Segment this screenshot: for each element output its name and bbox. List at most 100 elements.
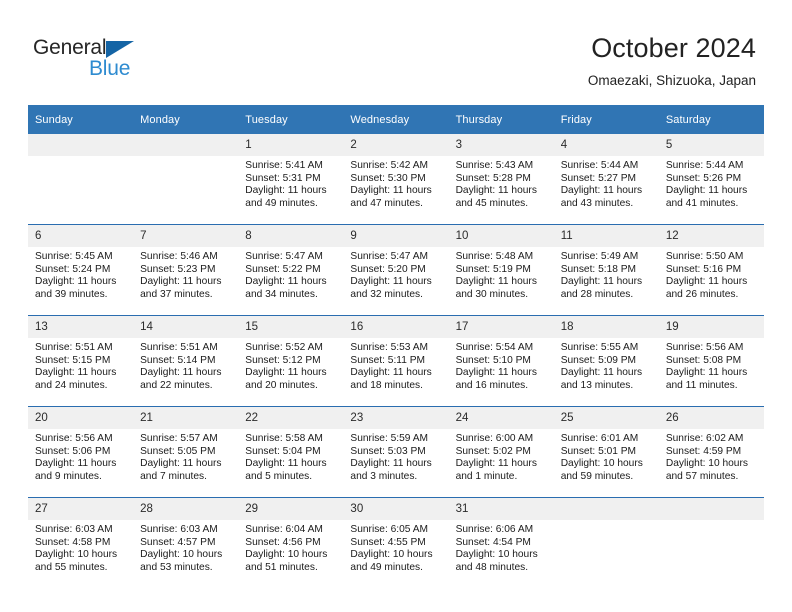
day-number: 9: [343, 225, 449, 247]
day-info: Sunrise: 6:05 AM Sunset: 4:55 PM Daylight:…: [343, 520, 448, 574]
day-info: Sunrise: 5:48 AM Sunset: 5:19 PM Daylight:…: [449, 247, 554, 301]
day-number: 10: [448, 225, 554, 247]
sunrise-text: Sunrise: 6:05 AM: [350, 524, 429, 535]
day-number: 20: [28, 407, 134, 429]
day-number: 27: [28, 498, 134, 520]
calendar-day-cell[interactable]: 27 Sunrise: 6:03 AM Sunset: 4:58 PM Dayligh…: [28, 497, 134, 588]
daylight-text: Daylight: 11 hours and 26 minutes.: [665, 276, 748, 300]
sunrise-text: Sunrise: 6:03 AM: [35, 524, 113, 535]
day-info: Sunrise: 6:03 AM Sunset: 4:58 PM Daylight:…: [28, 520, 133, 574]
calendar-day-cell[interactable]: 24 Sunrise: 6:00 AM Sunset: 5:02 PM Dayligh…: [448, 406, 554, 498]
day-info: Sunrise: 5:45 AM Sunset: 5:24 PM Daylight:…: [28, 247, 133, 301]
day-info: Sunrise: 5:41 AM Sunset: 5:31 PM Daylight:…: [238, 156, 343, 210]
sunset-text: Sunset: 5:12 PM: [245, 354, 321, 366]
calendar-day-cell[interactable]: 29 Sunrise: 6:04 AM Sunset: 4:56 PM Dayligh…: [238, 497, 344, 588]
day-number: 12: [658, 225, 764, 247]
daylight-text: Daylight: 11 hours and 7 minutes.: [140, 458, 222, 482]
daylight-text: Daylight: 11 hours and 39 minutes.: [35, 276, 117, 300]
day-number: 26: [658, 407, 764, 429]
calendar-day-cell[interactable]: 17 Sunrise: 5:54 AM Sunset: 5:10 PM Dayligh…: [448, 315, 554, 407]
calendar-day-cell[interactable]: 23 Sunrise: 5:59 AM Sunset: 5:03 PM Dayligh…: [343, 406, 449, 498]
sunset-text: Sunset: 5:14 PM: [140, 354, 216, 366]
sunrise-text: Sunrise: 5:56 AM: [35, 433, 113, 444]
day-number: 11: [553, 225, 659, 247]
calendar-day-cell[interactable]: 22 Sunrise: 5:58 AM Sunset: 5:04 PM Dayligh…: [238, 406, 344, 498]
calendar-day-cell[interactable]: 11 Sunrise: 5:49 AM Sunset: 5:18 PM Dayligh…: [553, 224, 659, 316]
day-info: Sunrise: 5:42 AM Sunset: 5:30 PM Daylight:…: [343, 156, 448, 210]
calendar-day-cell[interactable]: 16 Sunrise: 5:53 AM Sunset: 5:11 PM Dayligh…: [343, 315, 449, 407]
sunset-text: Sunset: 5:02 PM: [455, 445, 531, 457]
sunrise-text: Sunrise: 6:01 AM: [560, 433, 639, 444]
general-blue-logo[interactable]: General Blue: [33, 36, 233, 88]
sunrise-text: Sunrise: 5:46 AM: [140, 251, 218, 262]
weekday-header-monday: Monday: [133, 105, 239, 134]
day-number: 17: [448, 316, 554, 338]
calendar-day-cell[interactable]: 2 Sunrise: 5:42 AM Sunset: 5:30 PM Daylight…: [343, 134, 449, 225]
day-number: [658, 498, 764, 520]
daylight-text: Daylight: 11 hours and 11 minutes.: [665, 367, 748, 391]
calendar-day-cell[interactable]: 18 Sunrise: 5:55 AM Sunset: 5:09 PM Dayligh…: [553, 315, 659, 407]
sunset-text: Sunset: 4:58 PM: [35, 536, 111, 548]
daylight-text: Daylight: 11 hours and 16 minutes.: [455, 367, 537, 391]
sunset-text: Sunset: 5:11 PM: [350, 354, 425, 366]
calendar-day-cell[interactable]: 14 Sunrise: 5:51 AM Sunset: 5:14 PM Dayligh…: [133, 315, 239, 407]
day-info: Sunrise: 5:44 AM Sunset: 5:27 PM Daylight:…: [554, 156, 659, 210]
sunset-text: Sunset: 5:06 PM: [35, 445, 111, 457]
day-info: Sunrise: 5:56 AM Sunset: 5:06 PM Daylight:…: [28, 429, 133, 483]
calendar-day-cell[interactable]: 28 Sunrise: 6:03 AM Sunset: 4:57 PM Dayligh…: [133, 497, 239, 588]
calendar-day-cell[interactable]: 10 Sunrise: 5:48 AM Sunset: 5:19 PM Dayligh…: [448, 224, 554, 316]
daylight-text: Daylight: 11 hours and 20 minutes.: [245, 367, 327, 391]
sunrise-text: Sunrise: 5:44 AM: [665, 160, 744, 171]
day-info: Sunrise: 5:54 AM Sunset: 5:10 PM Daylight:…: [449, 338, 554, 392]
calendar-day-cell[interactable]: 6 Sunrise: 5:45 AM Sunset: 5:24 PM Daylight…: [28, 224, 134, 316]
daylight-text: Daylight: 11 hours and 37 minutes.: [140, 276, 222, 300]
logo-text-blue: Blue: [89, 57, 131, 80]
calendar-day-cell[interactable]: 4 Sunrise: 5:44 AM Sunset: 5:27 PM Daylight…: [553, 134, 659, 225]
day-info: Sunrise: 5:44 AM Sunset: 5:26 PM Daylight:…: [659, 156, 764, 210]
calendar-day-cell[interactable]: 19 Sunrise: 5:56 AM Sunset: 5:08 PM Dayligh…: [658, 315, 764, 407]
weekday-header-wednesday: Wednesday: [343, 105, 449, 134]
weekday-header-sunday: Sunday: [28, 105, 134, 134]
calendar-day-cell[interactable]: 20 Sunrise: 5:56 AM Sunset: 5:06 PM Dayligh…: [28, 406, 134, 498]
logo-triangle-icon: [106, 41, 134, 58]
sunset-text: Sunset: 5:20 PM: [350, 263, 426, 275]
daylight-text: Daylight: 11 hours and 30 minutes.: [455, 276, 537, 300]
sunrise-text: Sunrise: 6:04 AM: [245, 524, 323, 535]
day-number: [553, 498, 659, 520]
calendar-day-cell[interactable]: 3 Sunrise: 5:43 AM Sunset: 5:28 PM Daylight…: [448, 134, 554, 225]
day-number: 24: [448, 407, 554, 429]
day-number: 13: [28, 316, 134, 338]
calendar-day-cell[interactable]: 8 Sunrise: 5:47 AM Sunset: 5:22 PM Daylight…: [238, 224, 344, 316]
daylight-text: Daylight: 10 hours and 51 minutes.: [245, 549, 328, 573]
daylight-text: Daylight: 11 hours and 5 minutes.: [245, 458, 327, 482]
sunrise-text: Sunrise: 5:45 AM: [35, 251, 113, 262]
day-info: Sunrise: 5:59 AM Sunset: 5:03 PM Daylight:…: [343, 429, 448, 483]
calendar-day-cell[interactable]: 25 Sunrise: 6:01 AM Sunset: 5:01 PM Dayligh…: [553, 406, 659, 498]
calendar-body: 1 Sunrise: 5:41 AM Sunset: 5:31 PM Daylight…: [28, 134, 764, 588]
sunrise-text: Sunrise: 5:48 AM: [455, 251, 534, 262]
calendar-day-cell-empty: [28, 134, 134, 225]
calendar-day-cell[interactable]: 1 Sunrise: 5:41 AM Sunset: 5:31 PM Daylight…: [238, 134, 344, 225]
sunset-text: Sunset: 5:09 PM: [560, 354, 637, 366]
calendar-day-cell[interactable]: 26 Sunrise: 6:02 AM Sunset: 4:59 PM Dayligh…: [658, 406, 764, 498]
calendar-day-cell[interactable]: 30 Sunrise: 6:05 AM Sunset: 4:55 PM Dayligh…: [343, 497, 449, 588]
calendar-week-row: 20 Sunrise: 5:56 AM Sunset: 5:06 PM Dayligh…: [28, 406, 764, 498]
calendar-day-cell-empty: [133, 134, 239, 225]
calendar-day-cell[interactable]: 9 Sunrise: 5:47 AM Sunset: 5:20 PM Daylight…: [343, 224, 449, 316]
calendar-day-cell[interactable]: 5 Sunrise: 5:44 AM Sunset: 5:26 PM Daylight…: [658, 134, 764, 225]
calendar-day-cell[interactable]: 31 Sunrise: 6:06 AM Sunset: 4:54 PM Dayligh…: [448, 497, 554, 588]
daylight-text: Daylight: 11 hours and 22 minutes.: [140, 367, 222, 391]
day-info: Sunrise: 5:43 AM Sunset: 5:28 PM Daylight:…: [449, 156, 554, 210]
calendar-day-cell[interactable]: 7 Sunrise: 5:46 AM Sunset: 5:23 PM Daylight…: [133, 224, 239, 316]
sunset-text: Sunset: 5:24 PM: [35, 263, 111, 275]
day-info: Sunrise: 5:47 AM Sunset: 5:20 PM Daylight:…: [343, 247, 448, 301]
sunset-text: Sunset: 4:56 PM: [245, 536, 321, 548]
sunset-text: Sunset: 5:01 PM: [560, 445, 637, 457]
calendar-day-cell[interactable]: 15 Sunrise: 5:52 AM Sunset: 5:12 PM Dayligh…: [238, 315, 344, 407]
calendar-day-cell[interactable]: 21 Sunrise: 5:57 AM Sunset: 5:05 PM Dayligh…: [133, 406, 239, 498]
sunrise-text: Sunrise: 5:53 AM: [350, 342, 429, 353]
daylight-text: Daylight: 11 hours and 18 minutes.: [350, 367, 432, 391]
sunrise-text: Sunrise: 5:47 AM: [245, 251, 323, 262]
calendar-day-cell[interactable]: 12 Sunrise: 5:50 AM Sunset: 5:16 PM Dayligh…: [658, 224, 764, 316]
calendar-day-cell[interactable]: 13 Sunrise: 5:51 AM Sunset: 5:15 PM Dayligh…: [28, 315, 134, 407]
